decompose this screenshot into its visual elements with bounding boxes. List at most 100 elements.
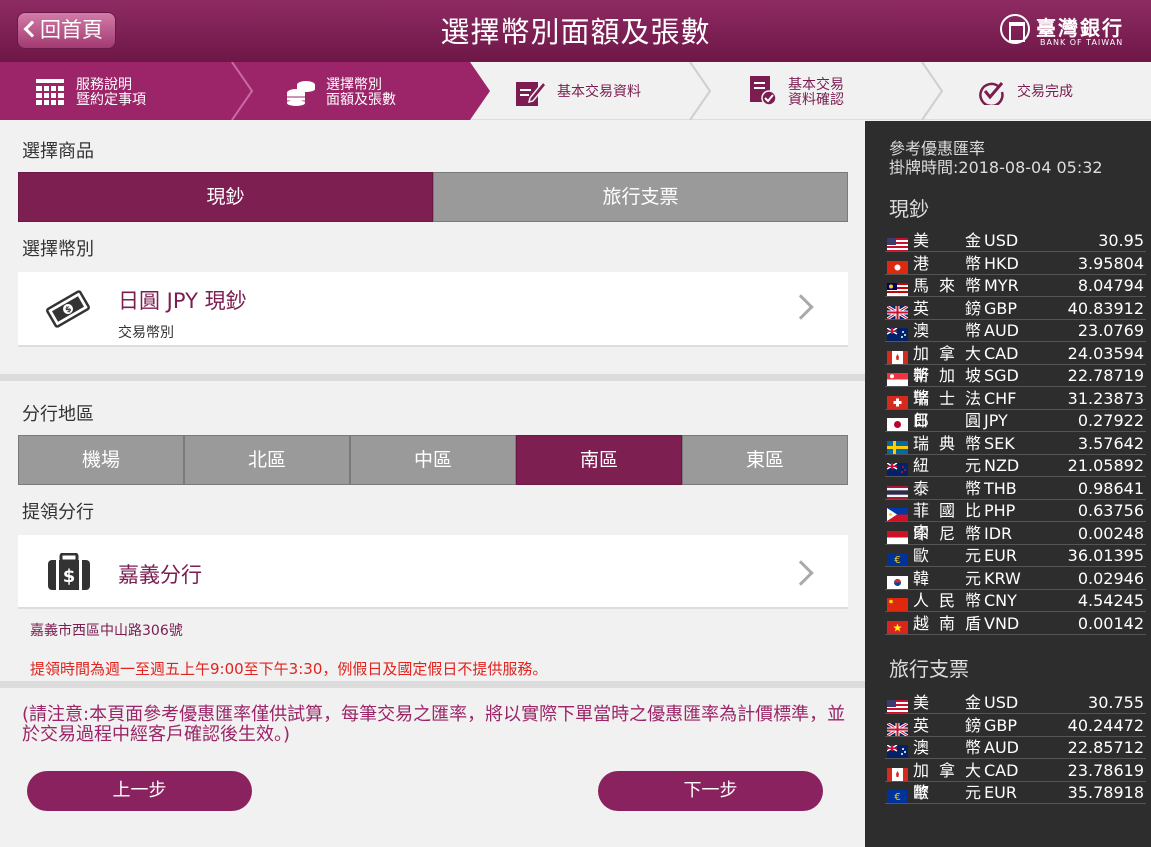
rate-row: 菲 國 比 索 PHP 0.63756 [885, 500, 1146, 542]
rate-value: 24.03594 [1067, 343, 1144, 363]
flag-gb-icon [886, 720, 909, 737]
currency-name: 日 圓 [913, 411, 981, 430]
chevron-right-icon [788, 294, 814, 320]
edit-form-icon [516, 80, 546, 106]
selected-currency: 日圓 JPY 現鈔 [118, 289, 247, 313]
rate-value: 36.01395 [1067, 546, 1144, 565]
svg-text:$: $ [63, 566, 76, 587]
rates-panel: 參考優惠匯率 掛牌時間:2018-08-04 05:32 現鈔 美 金 USD 30… [865, 121, 1151, 847]
chevron-right-icon [788, 560, 814, 586]
flag-ca-icon [887, 765, 908, 781]
step-label-line1: 基本交易 [788, 77, 844, 93]
currency-name: 美 金 [913, 693, 981, 712]
step-complete: 交易完成 [942, 62, 1151, 120]
currency-code: GBP [984, 715, 1018, 735]
currency-name: 紐 元 [913, 456, 981, 475]
rate-value: 31.23873 [1067, 388, 1144, 408]
currency-name: 英 鎊 [913, 298, 981, 318]
flag-cn-icon [887, 595, 908, 611]
rate-notice: (請注意:本頁面參考優惠匯率僅供試算，每筆交易之匯率，將以實際下單當時之優惠匯率… [22, 704, 846, 745]
currency-code: PHP [984, 501, 1016, 520]
bank-seal-icon [1000, 14, 1030, 44]
rate-row: 加 拿 大 幣 CAD 24.03594 [885, 343, 1146, 385]
svg-text:€: € [894, 792, 900, 803]
rate-row: 越 南 盾 VND 0.00142 [885, 613, 1146, 635]
product-option-travelers-cheque[interactable]: 旅行支票 [433, 172, 848, 222]
rates-title: 參考優惠匯率 [889, 139, 986, 158]
currency-name: 歐 元 [913, 546, 981, 565]
rate-row: 紐 元 NZD 21.05892 [885, 455, 1146, 477]
currency-name: 泰 幣 [913, 478, 981, 498]
rate-row: 港 幣 HKD 3.95804 [885, 253, 1146, 275]
currency-name: 越 南 盾 [913, 613, 981, 633]
step-label-line2: 暨約定事項 [76, 92, 146, 108]
region-option-east[interactable]: 東區 [682, 435, 848, 485]
currency-code: CAD [984, 760, 1019, 780]
region-option-airport[interactable]: 機場 [18, 435, 184, 485]
briefcase-icon: $ [48, 553, 90, 590]
currency-name: 澳 幣 [913, 738, 981, 757]
flag-se-icon [887, 438, 908, 454]
rate-value: 0.02946 [1077, 568, 1144, 588]
currency-code: AUD [984, 738, 1019, 757]
currency-code: CNY [984, 591, 1017, 610]
rate-value: 23.0769 [1077, 321, 1144, 340]
bank-logo: 臺灣銀行 BANK OF TAIWAN [1000, 12, 1140, 52]
flag-gb-icon [886, 303, 909, 320]
currency-code: CAD [984, 343, 1019, 363]
rate-row: 泰 幣 THB 0.98641 [885, 478, 1146, 500]
flag-sg-icon [887, 370, 908, 386]
currency-code: USD [984, 693, 1019, 712]
rate-value: 0.00142 [1077, 613, 1144, 633]
main-content: 選擇商品 現鈔 旅行支票 選擇幣別 $ 日圓 JPY 現鈔 交易幣別 分行地區 … [0, 121, 865, 847]
step-service-terms: 服務說明 暨約定事項 [0, 62, 232, 120]
next-step-button[interactable]: 下一步 [598, 771, 823, 811]
section-divider [0, 681, 865, 688]
step-label-line1: 交易完成 [1017, 84, 1073, 100]
currency-sublabel: 交易幣別 [118, 325, 174, 341]
currency-name: 印 尼 幣 [913, 523, 981, 543]
rate-value: 21.05892 [1067, 456, 1144, 475]
rate-row: 日 圓 JPY 0.27922 [885, 410, 1146, 432]
rate-row: 馬 來 幣 MYR 8.04794 [885, 275, 1146, 297]
flag-my-icon [887, 280, 908, 296]
branch-selector[interactable]: $ 嘉義分行 [18, 535, 848, 609]
region-option-central[interactable]: 中區 [350, 435, 516, 485]
currency-name: 英 鎊 [913, 715, 981, 735]
flag-ca-icon [887, 348, 908, 364]
region-option-north[interactable]: 北區 [184, 435, 350, 485]
rate-value: 0.98641 [1077, 478, 1144, 498]
rate-row: 印 尼 幣 IDR 0.00248 [885, 523, 1146, 545]
rate-value: 3.95804 [1077, 253, 1144, 273]
region-option-south[interactable]: 南區 [516, 435, 682, 485]
check-circle-icon [979, 82, 1004, 105]
currency-name: 美 金 [913, 231, 981, 250]
region-section-label: 分行地區 [22, 404, 94, 425]
product-option-cash[interactable]: 現鈔 [18, 172, 433, 222]
flag-eu-icon: € [887, 550, 908, 566]
currency-name: 瑞 典 幣 [913, 433, 981, 453]
currency-selector[interactable]: $ 日圓 JPY 現鈔 交易幣別 [18, 272, 848, 347]
currency-code: HKD [984, 253, 1019, 273]
rate-row: 英 鎊 GBP 40.83912 [885, 298, 1146, 320]
section-divider [0, 374, 865, 381]
rate-row: 美 金 USD 30.755 [885, 692, 1146, 714]
rate-value: 4.54245 [1077, 591, 1144, 610]
currency-code: NZD [984, 456, 1020, 475]
currency-section-label: 選擇幣別 [22, 239, 94, 260]
currency-name: 人 民 幣 [913, 591, 981, 610]
rate-row: 瑞 典 幣 SEK 3.57642 [885, 433, 1146, 455]
rates-time: 掛牌時間:2018-08-04 05:32 [889, 158, 1103, 177]
bank-name: 臺灣銀行 [1036, 16, 1124, 40]
flag-id-icon [887, 528, 908, 544]
branch-hours: 提領時間為週一至週五上午9:00至下午3:30，例假日及國定假日不提供服務。 [30, 660, 548, 678]
rate-value: 0.00248 [1077, 523, 1144, 543]
product-section-label: 選擇商品 [22, 141, 94, 162]
currency-code: MYR [984, 276, 1019, 295]
flag-hk-icon [887, 258, 908, 274]
currency-code: KRW [984, 568, 1021, 588]
previous-step-button[interactable]: 上一步 [27, 771, 252, 811]
step-label-line1: 服務說明 [76, 77, 132, 93]
currency-name: 港 幣 [913, 253, 981, 273]
flag-jp-icon [887, 415, 908, 431]
